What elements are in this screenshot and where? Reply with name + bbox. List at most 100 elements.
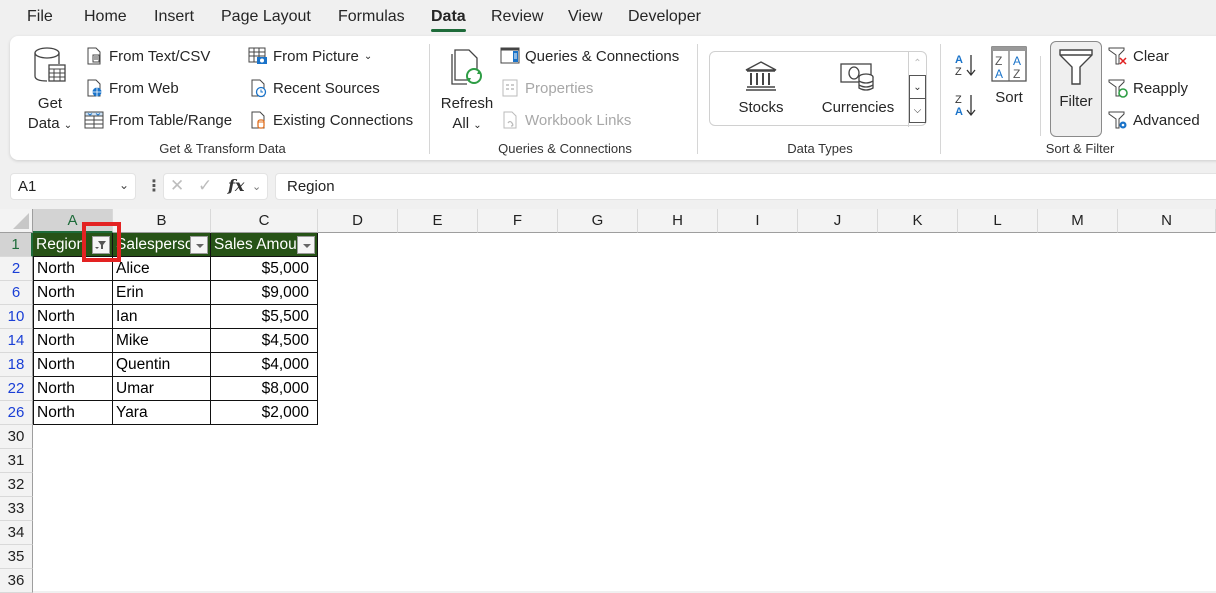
cell-salesperson[interactable]: Umar: [113, 377, 211, 401]
column-header-d[interactable]: D: [318, 209, 398, 233]
cell-salesperson[interactable]: Erin: [113, 281, 211, 305]
cell-sales-amount[interactable]: $4,500: [211, 329, 318, 353]
cell-sales-amount[interactable]: $2,000: [211, 401, 318, 425]
cell-sales-amount[interactable]: $9,000: [211, 281, 318, 305]
column-header-f[interactable]: F: [478, 209, 558, 233]
tab-view[interactable]: View: [568, 8, 602, 26]
chevron-down-icon[interactable]: ⌄: [119, 178, 129, 192]
insert-function-icon[interactable]: fx: [228, 176, 244, 195]
column-header-n[interactable]: N: [1118, 209, 1216, 233]
column-header-k[interactable]: K: [878, 209, 958, 233]
cell-sales-amount[interactable]: $5,500: [211, 305, 318, 329]
column-header-a[interactable]: A: [33, 209, 113, 233]
filter-dropdown-button[interactable]: [297, 236, 315, 254]
row-header[interactable]: 2: [0, 257, 33, 281]
row-header[interactable]: 22: [0, 377, 33, 401]
cell-sales-amount[interactable]: $5,000: [211, 257, 318, 281]
chevron-down-icon: ⌄: [473, 120, 482, 131]
tab-review[interactable]: Review: [491, 8, 543, 26]
row-header[interactable]: 14: [0, 329, 33, 353]
cell-salesperson[interactable]: Mike: [113, 329, 211, 353]
row-header[interactable]: 30: [0, 425, 33, 449]
cell-region[interactable]: North: [33, 353, 113, 377]
queries-connections-button[interactable]: Queries & Connections: [500, 46, 679, 66]
cell-salesperson[interactable]: Yara: [113, 401, 211, 425]
row-header[interactable]: 26: [0, 401, 33, 425]
more-options-icon[interactable]: ⋮: [146, 176, 162, 196]
column-header-l[interactable]: L: [958, 209, 1038, 233]
tab-file[interactable]: File: [27, 8, 53, 26]
filter-dropdown-button[interactable]: [190, 236, 208, 254]
column-header-j[interactable]: J: [798, 209, 878, 233]
from-picture-button[interactable]: From Picture ⌄: [248, 46, 372, 66]
from-table-range-button[interactable]: From Table/Range: [84, 110, 232, 130]
tab-insert[interactable]: Insert: [154, 8, 194, 26]
clear-filter-button[interactable]: Clear: [1108, 46, 1169, 66]
cell-sales-amount[interactable]: $8,000: [211, 377, 318, 401]
cell-region[interactable]: North: [33, 401, 113, 425]
refresh-all-button[interactable]: Refresh All ⌄: [438, 46, 496, 136]
column-header-g[interactable]: G: [558, 209, 638, 233]
column-header-b[interactable]: B: [113, 209, 211, 233]
chevron-down-icon[interactable]: ⌄: [252, 180, 261, 193]
cell-sales-amount[interactable]: $4,000: [211, 353, 318, 377]
row-header[interactable]: 6: [0, 281, 33, 305]
cell-region[interactable]: North: [33, 257, 113, 281]
filter-active-dropdown-button[interactable]: [92, 236, 110, 254]
table-icon: [84, 111, 104, 129]
tab-data[interactable]: Data: [431, 8, 466, 32]
row-header[interactable]: 18: [0, 353, 33, 377]
name-box[interactable]: A1 ⌄: [10, 173, 136, 200]
workbook-links-button[interactable]: Workbook Links: [500, 110, 631, 130]
sort-z-to-a-button[interactable]: Z A: [954, 92, 980, 123]
from-text-csv-button[interactable]: From Text/CSV: [84, 46, 210, 66]
cell-region[interactable]: North: [33, 281, 113, 305]
cell-region[interactable]: North: [33, 377, 113, 401]
currencies-label: Currencies: [821, 99, 895, 116]
cell-salesperson[interactable]: Ian: [113, 305, 211, 329]
column-header-m[interactable]: M: [1038, 209, 1118, 233]
formula-controls: ✕ ✓ fx ⌄: [163, 173, 268, 200]
cancel-icon[interactable]: ✕: [170, 176, 184, 196]
row-header[interactable]: 10: [0, 305, 33, 329]
tab-formulas[interactable]: Formulas: [338, 8, 405, 26]
select-all-button[interactable]: [0, 209, 33, 233]
gallery-scroll-up-icon[interactable]: ⌃: [909, 52, 926, 75]
gallery-expand-icon[interactable]: ⌵: [909, 99, 926, 123]
from-picture-label: From Picture: [273, 47, 359, 65]
gallery-scroll-down-icon[interactable]: ⌄: [909, 75, 926, 99]
column-header-i[interactable]: I: [718, 209, 798, 233]
formula-input[interactable]: Region: [275, 173, 1216, 200]
sort-a-to-z-button[interactable]: A Z: [954, 52, 980, 83]
cell-salesperson[interactable]: Quentin: [113, 353, 211, 377]
row-header[interactable]: 34: [0, 521, 33, 545]
column-header-h[interactable]: H: [638, 209, 718, 233]
from-web-button[interactable]: From Web: [84, 78, 179, 98]
advanced-filter-button[interactable]: Advanced: [1108, 110, 1200, 130]
tab-developer[interactable]: Developer: [628, 8, 701, 26]
properties-button[interactable]: Properties: [500, 78, 593, 98]
existing-connections-button[interactable]: Existing Connections: [248, 110, 413, 130]
reapply-button[interactable]: Reapply: [1108, 78, 1188, 98]
cell-region[interactable]: North: [33, 305, 113, 329]
stocks-button[interactable]: Stocks: [728, 60, 794, 118]
tab-page-layout[interactable]: Page Layout: [221, 8, 311, 26]
row-header[interactable]: 31: [0, 449, 33, 473]
row-header[interactable]: 32: [0, 473, 33, 497]
recent-sources-button[interactable]: Recent Sources: [248, 78, 380, 98]
filter-button[interactable]: Filter: [1050, 41, 1102, 137]
row-header[interactable]: 1: [0, 233, 33, 257]
queries-connections-label: Queries & Connections: [525, 47, 680, 65]
tab-home[interactable]: Home: [84, 8, 127, 26]
cell-region[interactable]: North: [33, 329, 113, 353]
row-header[interactable]: 33: [0, 497, 33, 521]
row-header[interactable]: 36: [0, 569, 33, 593]
sort-button[interactable]: Z A A Z Sort: [988, 46, 1030, 108]
currencies-button[interactable]: Currencies: [818, 60, 898, 118]
get-data-button[interactable]: Get Data ⌄: [24, 46, 76, 136]
column-header-c[interactable]: C: [211, 209, 318, 233]
enter-check-icon[interactable]: ✓: [198, 176, 212, 196]
row-header[interactable]: 35: [0, 545, 33, 569]
column-header-e[interactable]: E: [398, 209, 478, 233]
cell-salesperson[interactable]: Alice: [113, 257, 211, 281]
